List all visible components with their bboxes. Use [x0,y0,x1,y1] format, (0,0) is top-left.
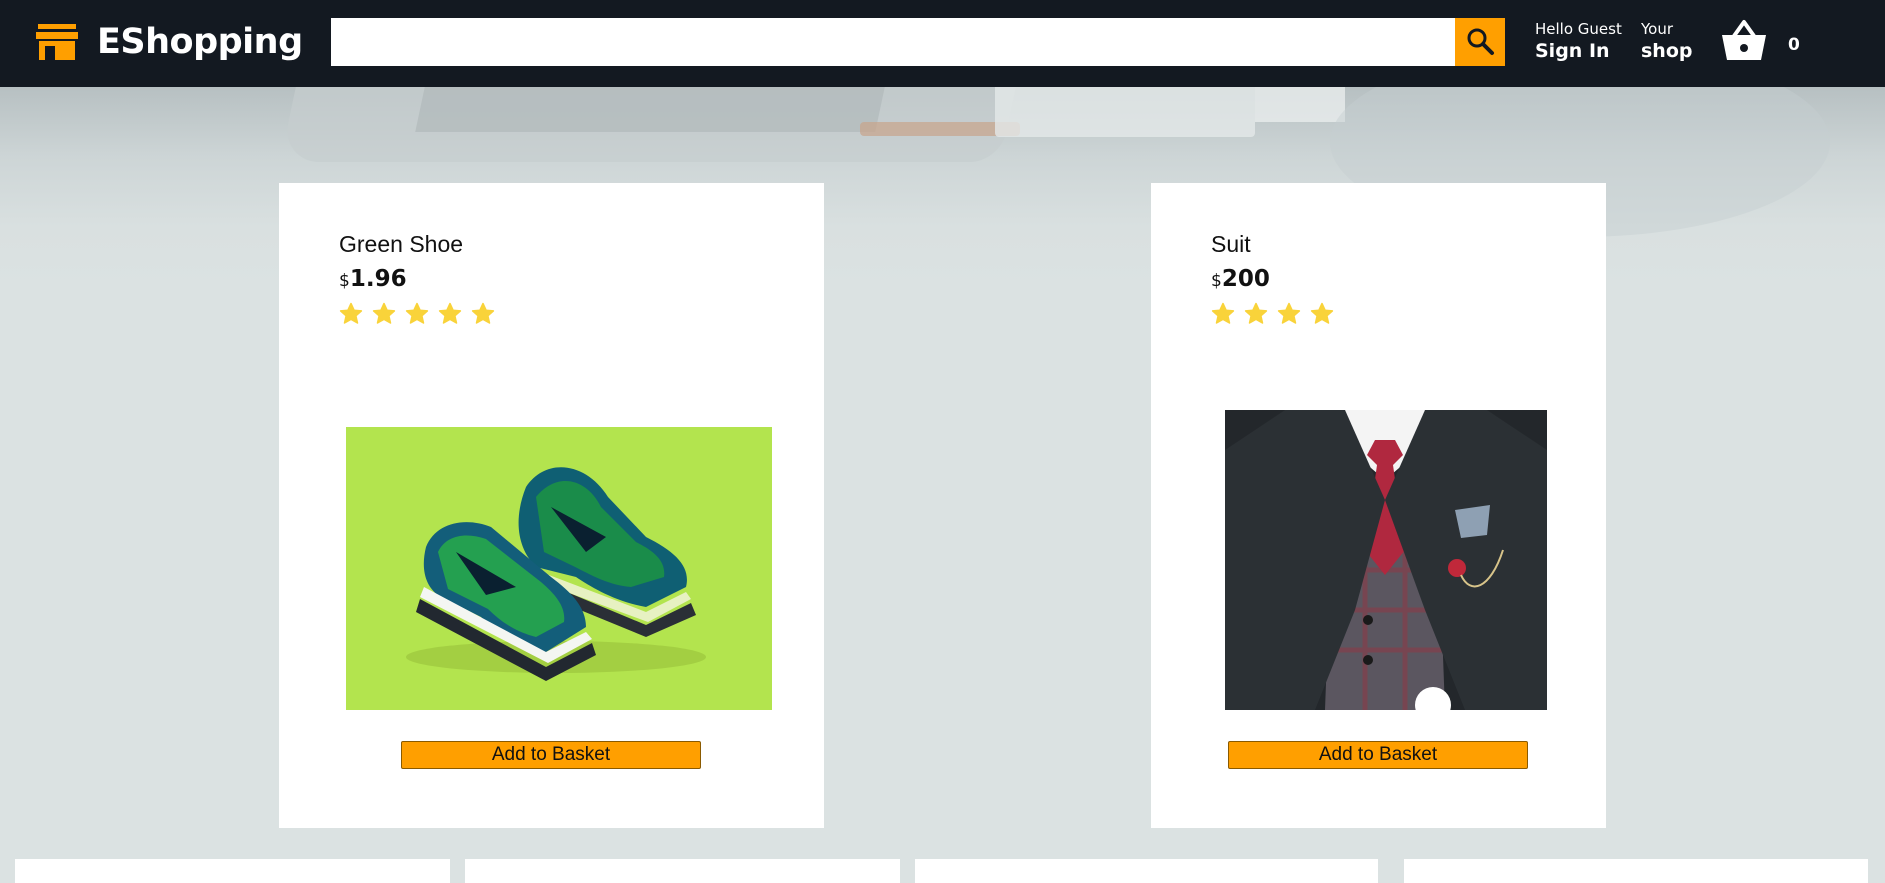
hero-keyboard-shape [415,87,885,132]
product-price: $200 [1211,266,1334,292]
price-currency: $ [1211,271,1222,291]
product-title: Suit [1211,231,1251,257]
star-icon [471,302,495,324]
brand-logo-text[interactable]: EShopping [97,22,303,62]
suit-image [1225,410,1547,710]
basket-button[interactable]: 0 [1720,18,1800,66]
price-value: 200 [1221,266,1270,292]
product-card: Suit $200 Add to Basket [1151,183,1606,828]
star-icon [405,302,429,324]
star-icon [372,302,396,324]
product-card [465,859,900,883]
product-card: Green Shoe $1.96 Add to Basket [279,183,824,828]
header: EShopping Hello Guest Sign In Your shop … [0,0,1885,87]
product-title: Green Shoe [339,231,464,257]
product-image [346,427,772,710]
product-info: Green Shoe $1.96 [339,231,495,326]
product-image [1225,410,1547,710]
star-icon [438,302,462,324]
star-icon [1277,302,1301,324]
star-icon [1244,302,1268,324]
product-card [915,859,1378,883]
product-card [15,859,450,883]
green-shoe-image [406,467,706,681]
nav-signin[interactable]: Hello Guest Sign In [1535,20,1622,62]
nav-signin-greeting: Hello Guest [1535,20,1622,38]
nav-signin-label: Sign In [1535,40,1610,62]
nav-shop-line1: Your [1641,20,1674,38]
star-icon [1310,302,1334,324]
product-rating [339,302,495,326]
search-button[interactable] [1455,18,1505,66]
star-icon [1211,302,1235,324]
hero-box-shape [995,87,1255,137]
basket-count: 0 [1788,35,1800,55]
basket-icon [1720,18,1768,66]
price-currency: $ [339,271,350,291]
hero-box-shape [1255,87,1345,122]
search-icon [1465,26,1495,59]
product-price: $1.96 [339,266,495,292]
nav-shop-line2: shop [1641,40,1693,62]
search-input[interactable] [331,18,1455,66]
add-to-basket-button[interactable]: Add to Basket [401,741,701,769]
price-value: 1.96 [349,266,407,292]
product-info: Suit $200 [1211,231,1334,326]
add-to-basket-button[interactable]: Add to Basket [1228,741,1528,769]
product-card [1404,859,1868,883]
product-rating [1211,302,1334,326]
storefront-icon[interactable] [36,24,78,60]
star-icon [339,302,363,324]
nav-your-shop[interactable]: Your shop [1641,20,1693,62]
